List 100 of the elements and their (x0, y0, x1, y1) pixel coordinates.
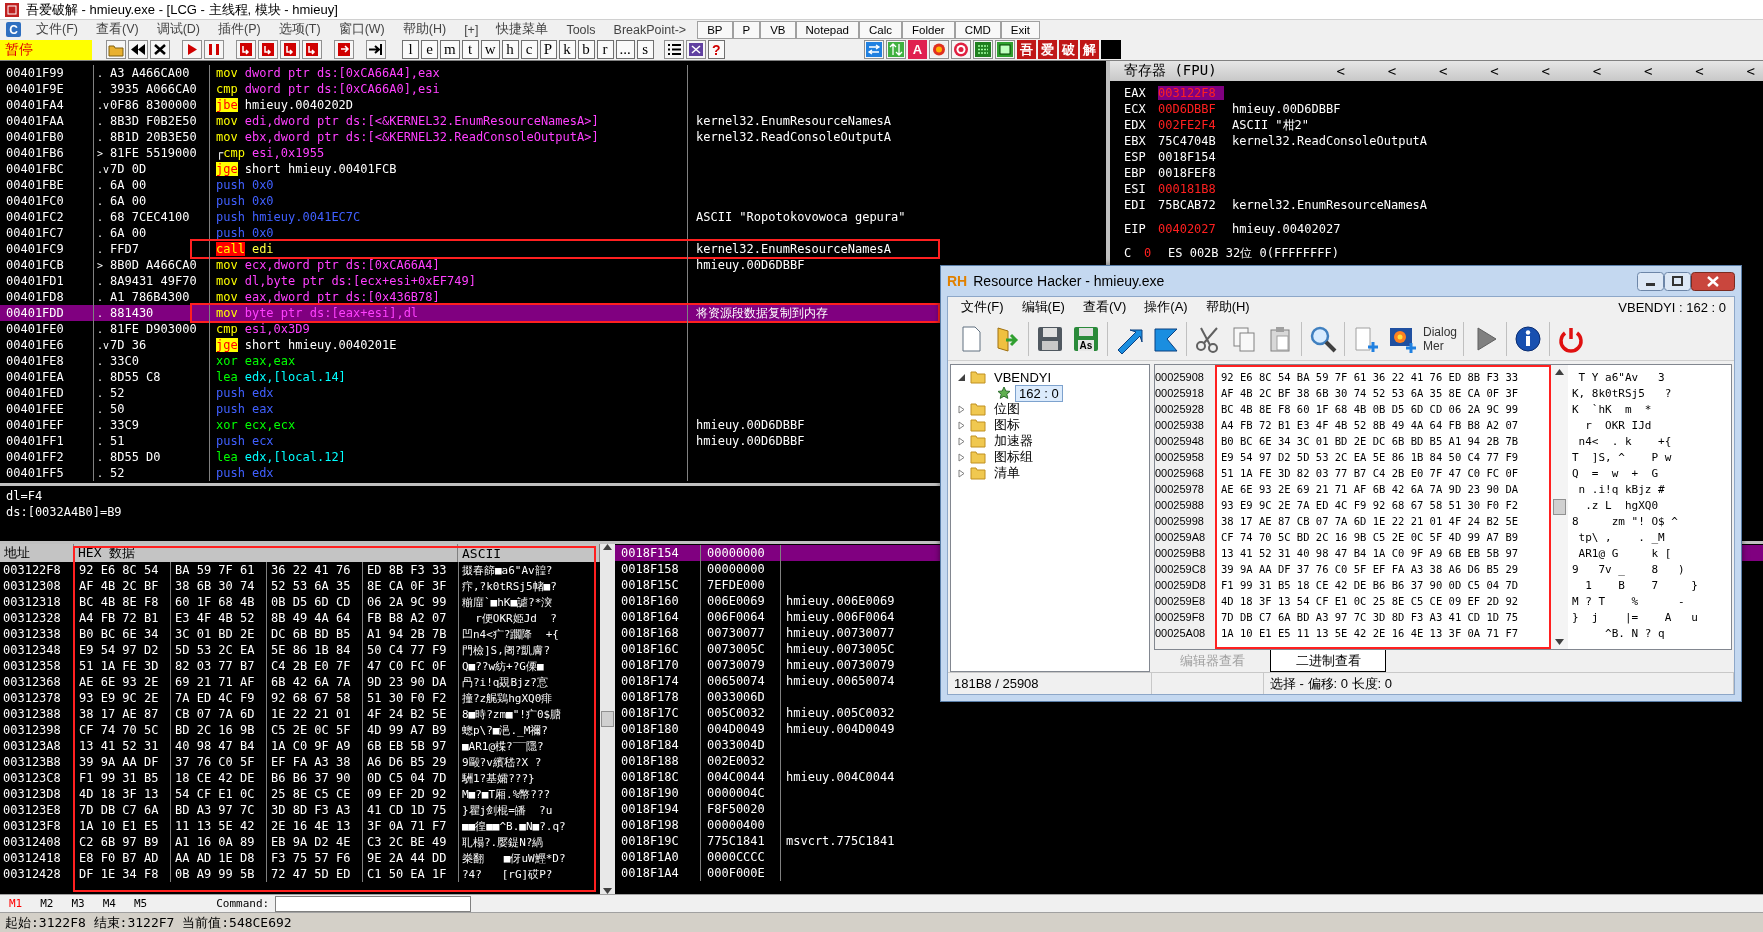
value-cell: 0033004D (701, 737, 781, 753)
jump-mark: > (96, 259, 105, 271)
hex-line: A4 FB 72 B1 E3 4F 4B 52 8B 49 4A 64 FB B8 A2 07 (1221, 418, 1520, 433)
address-cell: 0018F188 (615, 753, 701, 769)
status-text: 起始:3122F8 结束:3122F7 当前值:548CE692 (5, 913, 292, 932)
column-header: 地址 (0, 544, 74, 562)
instruction-text: mov dl,byte ptr ds:[ecx+esi+0xEF749] (216, 274, 476, 288)
ascii-line: .z L hgXQ0 (1584, 497, 1660, 513)
offset-cell-text: 00025988 (1155, 498, 1205, 513)
address-cell: 00401F99 (0, 65, 94, 81)
register-name: EDI (1124, 198, 1147, 212)
register-name: EBP (1124, 166, 1147, 180)
hex-cell: 09 EF 2D 92 (362, 786, 458, 802)
segment-info: ES 002B 32位 0(FFFFFFFF) (1168, 244, 1339, 262)
hex-cell: 51 30 F0 F2 (362, 690, 458, 706)
hex-cell: 39 9A AA DF (74, 754, 170, 770)
hex-cell: 1A C0 9F A9 (266, 738, 362, 754)
instruction-text: push edx (216, 466, 274, 480)
hex-cell: 92 68 67 58 (266, 690, 362, 706)
address-cell-text: 003123D8 (2, 786, 62, 802)
bytes-cell: 8B3D F0B2E50 (110, 113, 210, 129)
jump-mark: .v (96, 339, 110, 351)
address-cell-text: 00312388 (2, 706, 62, 722)
hex-cell: BD 2C 16 9B (170, 722, 266, 738)
address-cell: 00401FF2 (0, 449, 94, 465)
instruction-text: call edi (216, 242, 274, 256)
comment-cell-text: hmieuy.005C0032 (785, 705, 895, 721)
hex-line: AE 6E 93 2E 69 21 71 AF 6B 42 6A 7A 9D 23 90 DA (1221, 482, 1520, 497)
address-cell-text: 003123B8 (2, 754, 62, 770)
hex-line: 13 41 52 31 40 98 47 B4 1A C0 9F A9 6B EB 5B 97 (1221, 546, 1520, 561)
status-indicator: 暂停 (0, 39, 92, 60)
bytes-cell: 33C0 (110, 353, 210, 369)
value-cell: 005C0032 (701, 705, 781, 721)
bytes-cell: 81FE 5519000 (110, 145, 210, 161)
jump-mark: . (96, 323, 105, 335)
address-cell: 00401FA4 (0, 97, 94, 113)
address-cell: 0018F174 (615, 673, 701, 689)
jump-mark: . (96, 355, 105, 367)
jump-mark: . (96, 115, 105, 127)
address-cell: 0018F1A0 (615, 849, 701, 865)
hex-line: 1A 10 E1 E5 11 13 5E 42 2E 16 4E 13 3F 0A 71 F7 (1221, 626, 1520, 641)
comment-cell-text: 将资源段数据复制到内存 (695, 304, 828, 322)
value-cell: 006E0069 (701, 593, 781, 609)
hex-cell: A1 94 2B 7B (362, 626, 458, 642)
jump-mark: . (96, 131, 105, 143)
hex-cell: 8E CA 0F 3F (362, 578, 458, 594)
address-cell: 0018F16C (615, 641, 701, 657)
comment-cell-text: hmieuy.0073005C (785, 641, 895, 657)
jump-mark: .v (96, 99, 110, 111)
hex-cell: 25 8E C5 CE (266, 786, 362, 802)
value-cell: 004D0049 (701, 721, 781, 737)
hex-cell: 4D 99 A7 B9 (362, 722, 458, 738)
hex-cell: ED 8B F3 33 (362, 562, 458, 578)
register-name: ESI (1124, 182, 1147, 196)
address-cell: 00401FB0 (0, 129, 94, 145)
hex-cell: 7A ED 4C F9 (170, 690, 266, 706)
address-cell-text: 00312428 (2, 866, 62, 882)
hex-cell: 5D 53 2C EA (170, 642, 266, 658)
flag-name: C (1124, 246, 1133, 260)
value-cell: 0073005C (701, 641, 781, 657)
hex-cell: 38 17 AE 87 (74, 706, 170, 722)
address-cell: 00401FC0 (0, 193, 94, 209)
offset-cell-text: 000259B8 (1155, 546, 1207, 561)
address-cell: 00401FF1 (0, 433, 94, 449)
instruction-text: mov ecx,dword ptr ds:[0xCA66A4] (216, 258, 440, 272)
hex-cell: CB 07 7A 6D (170, 706, 266, 722)
status-text: 选择 - 偏移: 0 长度: 0 (1264, 673, 1734, 694)
hex-cell: 40 98 47 B4 (170, 738, 266, 754)
ascii-line: n .i!q kBjz # (1577, 481, 1666, 497)
hex-cell: DC 6B BD B5 (266, 626, 362, 642)
address-cell: 00401F9E (0, 81, 94, 97)
address-cell-text: 00312398 (2, 722, 62, 738)
register-name: EDX (1124, 118, 1147, 132)
offset-cell-text: 00025A08 (1155, 626, 1207, 641)
address-cell-text: 003123E8 (2, 802, 62, 818)
address-cell: 0018F164 (615, 609, 701, 625)
bytes-cell: 68 7CEC4100 (110, 209, 210, 225)
jump-mark: . (96, 387, 105, 399)
comment-cell-text: kernel32.ReadConsoleOutputA (695, 130, 892, 144)
ascii-line: } j |= A u (1572, 609, 1699, 625)
bytes-cell: FFD7 (110, 241, 210, 257)
bytes-cell: 7D 36 (110, 337, 210, 353)
address-cell: 00401FE0 (0, 321, 94, 337)
hex-cell: 51 1A FE 3D (74, 658, 170, 674)
hex-cell: 47 C0 FC 0F (362, 658, 458, 674)
address-cell: 00401FC9 (0, 241, 94, 257)
address-cell: 0018F170 (615, 657, 701, 673)
jump-mark: . (96, 435, 105, 447)
address-cell-text: 00312348 (2, 642, 62, 658)
hex-cell: A1 16 0A 89 (170, 834, 266, 850)
comment-cell-text: hmieuy.00D6DBBF (695, 258, 805, 272)
register-comment: kernel32.ReadConsoleOutputA (1232, 134, 1428, 148)
hex-cell: 6B 42 6A 7A (266, 674, 362, 690)
offset-cell-text: 000259F8 (1155, 610, 1206, 625)
jump-mark: . (96, 403, 105, 415)
ascii-line: K, 8k0tRSj5 ? (1572, 385, 1673, 401)
hex-cell: AA AD 1E D8 (170, 850, 266, 866)
address-cell-text: 00312338 (2, 626, 62, 642)
address-cell-text: 00312408 (2, 834, 62, 850)
bytes-cell: 8D55 D0 (110, 449, 210, 465)
